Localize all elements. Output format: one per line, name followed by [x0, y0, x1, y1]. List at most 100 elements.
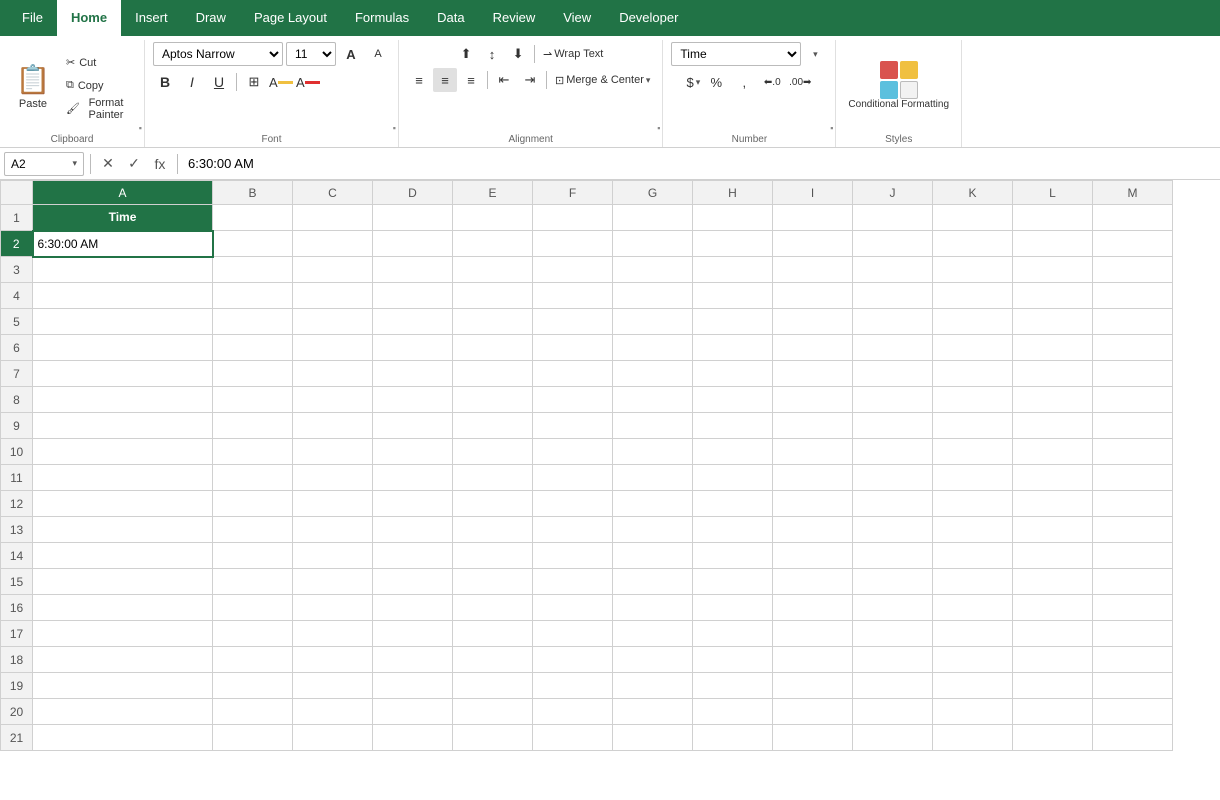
cell-G14[interactable] [613, 543, 693, 569]
cell-J13[interactable] [853, 517, 933, 543]
cell-H5[interactable] [693, 309, 773, 335]
cell-G20[interactable] [613, 699, 693, 725]
tab-file[interactable]: File [8, 0, 57, 36]
cell-G4[interactable] [613, 283, 693, 309]
cell-C3[interactable] [293, 257, 373, 283]
cell-C21[interactable] [293, 725, 373, 751]
cell-H21[interactable] [693, 725, 773, 751]
cell-E18[interactable] [453, 647, 533, 673]
cell-F5[interactable] [533, 309, 613, 335]
cell-L1[interactable] [1013, 205, 1093, 231]
cell-J5[interactable] [853, 309, 933, 335]
cell-A21[interactable] [33, 725, 213, 751]
cell-H20[interactable] [693, 699, 773, 725]
cell-B14[interactable] [213, 543, 293, 569]
cell-H14[interactable] [693, 543, 773, 569]
col-header-G[interactable]: G [613, 181, 693, 205]
cell-E7[interactable] [453, 361, 533, 387]
cell-M4[interactable] [1093, 283, 1173, 309]
cell-I13[interactable] [773, 517, 853, 543]
cell-J16[interactable] [853, 595, 933, 621]
cell-M3[interactable] [1093, 257, 1173, 283]
cell-F2[interactable] [533, 231, 613, 257]
align-bottom-button[interactable]: ⬇ [506, 42, 530, 66]
cell-G16[interactable] [613, 595, 693, 621]
cell-A10[interactable] [33, 439, 213, 465]
row-header-21[interactable]: 21 [1, 725, 33, 751]
cell-F3[interactable] [533, 257, 613, 283]
cell-M21[interactable] [1093, 725, 1173, 751]
tab-formulas[interactable]: Formulas [341, 0, 423, 36]
cell-A5[interactable] [33, 309, 213, 335]
formula-input[interactable] [184, 152, 1216, 176]
cell-A15[interactable] [33, 569, 213, 595]
cell-J19[interactable] [853, 673, 933, 699]
cell-C15[interactable] [293, 569, 373, 595]
tab-page-layout[interactable]: Page Layout [240, 0, 341, 36]
col-header-F[interactable]: F [533, 181, 613, 205]
align-left-button[interactable]: ≡ [407, 68, 431, 92]
merge-center-button[interactable]: ⊡ Merge & Center ▾ [551, 68, 654, 92]
fill-color-button[interactable]: A [269, 70, 293, 94]
cell-H3[interactable] [693, 257, 773, 283]
cell-K21[interactable] [933, 725, 1013, 751]
cell-A8[interactable] [33, 387, 213, 413]
font-color-button[interactable]: A [296, 70, 320, 94]
cell-J4[interactable] [853, 283, 933, 309]
cell-E14[interactable] [453, 543, 533, 569]
cell-J12[interactable] [853, 491, 933, 517]
col-header-H[interactable]: H [693, 181, 773, 205]
cell-M19[interactable] [1093, 673, 1173, 699]
cell-L12[interactable] [1013, 491, 1093, 517]
cell-K3[interactable] [933, 257, 1013, 283]
cell-D8[interactable] [373, 387, 453, 413]
cell-D9[interactable] [373, 413, 453, 439]
cell-G18[interactable] [613, 647, 693, 673]
cell-B18[interactable] [213, 647, 293, 673]
cell-A18[interactable] [33, 647, 213, 673]
name-box[interactable]: A2 ▾ [4, 152, 84, 176]
cell-K17[interactable] [933, 621, 1013, 647]
col-header-L[interactable]: L [1013, 181, 1093, 205]
cell-E4[interactable] [453, 283, 533, 309]
cell-C9[interactable] [293, 413, 373, 439]
cell-L15[interactable] [1013, 569, 1093, 595]
cell-C17[interactable] [293, 621, 373, 647]
cell-J9[interactable] [853, 413, 933, 439]
row-header-6[interactable]: 6 [1, 335, 33, 361]
decrease-indent-button[interactable]: ⇤ [492, 68, 516, 92]
cell-E11[interactable] [453, 465, 533, 491]
cell-K8[interactable] [933, 387, 1013, 413]
cell-D12[interactable] [373, 491, 453, 517]
cell-K6[interactable] [933, 335, 1013, 361]
cell-M13[interactable] [1093, 517, 1173, 543]
cell-K11[interactable] [933, 465, 1013, 491]
cell-L20[interactable] [1013, 699, 1093, 725]
cell-G13[interactable] [613, 517, 693, 543]
col-header-D[interactable]: D [373, 181, 453, 205]
row-header-14[interactable]: 14 [1, 543, 33, 569]
cell-I3[interactable] [773, 257, 853, 283]
cell-J7[interactable] [853, 361, 933, 387]
col-header-K[interactable]: K [933, 181, 1013, 205]
cell-I16[interactable] [773, 595, 853, 621]
cell-B3[interactable] [213, 257, 293, 283]
cell-H17[interactable] [693, 621, 773, 647]
cell-I18[interactable] [773, 647, 853, 673]
cell-D4[interactable] [373, 283, 453, 309]
cell-M7[interactable] [1093, 361, 1173, 387]
cell-B12[interactable] [213, 491, 293, 517]
cell-L17[interactable] [1013, 621, 1093, 647]
cell-A20[interactable] [33, 699, 213, 725]
cell-I6[interactable] [773, 335, 853, 361]
font-size-select[interactable]: 11 [286, 42, 336, 66]
alignment-expand-icon[interactable]: ▪ [657, 123, 660, 133]
cell-G7[interactable] [613, 361, 693, 387]
cell-D7[interactable] [373, 361, 453, 387]
row-header-7[interactable]: 7 [1, 361, 33, 387]
cell-J11[interactable] [853, 465, 933, 491]
cell-C14[interactable] [293, 543, 373, 569]
cell-M8[interactable] [1093, 387, 1173, 413]
cell-D10[interactable] [373, 439, 453, 465]
cell-E9[interactable] [453, 413, 533, 439]
